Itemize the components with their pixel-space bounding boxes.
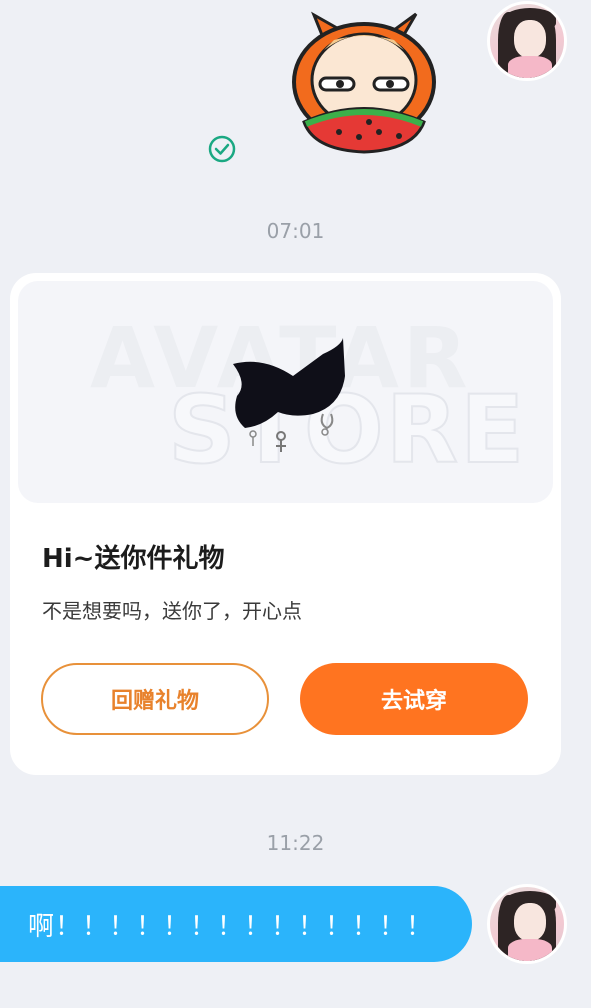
sticker-image[interactable] <box>284 10 444 160</box>
gift-banner: AVATAR STORE <box>18 281 553 503</box>
avatar[interactable] <box>487 884 567 964</box>
return-gift-button[interactable]: 回赠礼物 <box>41 663 269 735</box>
gift-item-image <box>233 338 345 452</box>
gift-subtitle: 不是想要吗，送你了，开心点 <box>42 599 302 623</box>
timestamp: 11:22 <box>266 831 325 855</box>
timestamp: 07:01 <box>266 219 325 243</box>
avatar[interactable] <box>487 1 567 81</box>
try-on-button[interactable]: 去试穿 <box>300 663 528 735</box>
chat-screen: 07:01 AVATAR STORE Hi~送你件礼物 不是想要吗，送你了，开心… <box>0 0 591 1008</box>
gift-title: Hi~送你件礼物 <box>42 544 225 574</box>
sent-check-icon <box>208 135 236 163</box>
gift-card[interactable]: AVATAR STORE Hi~送你件礼物 不是想要吗，送你了，开心点 回赠礼物… <box>10 273 561 775</box>
message-bubble[interactable]: 啊！！！！！！！！！！！！！！ <box>0 886 472 962</box>
